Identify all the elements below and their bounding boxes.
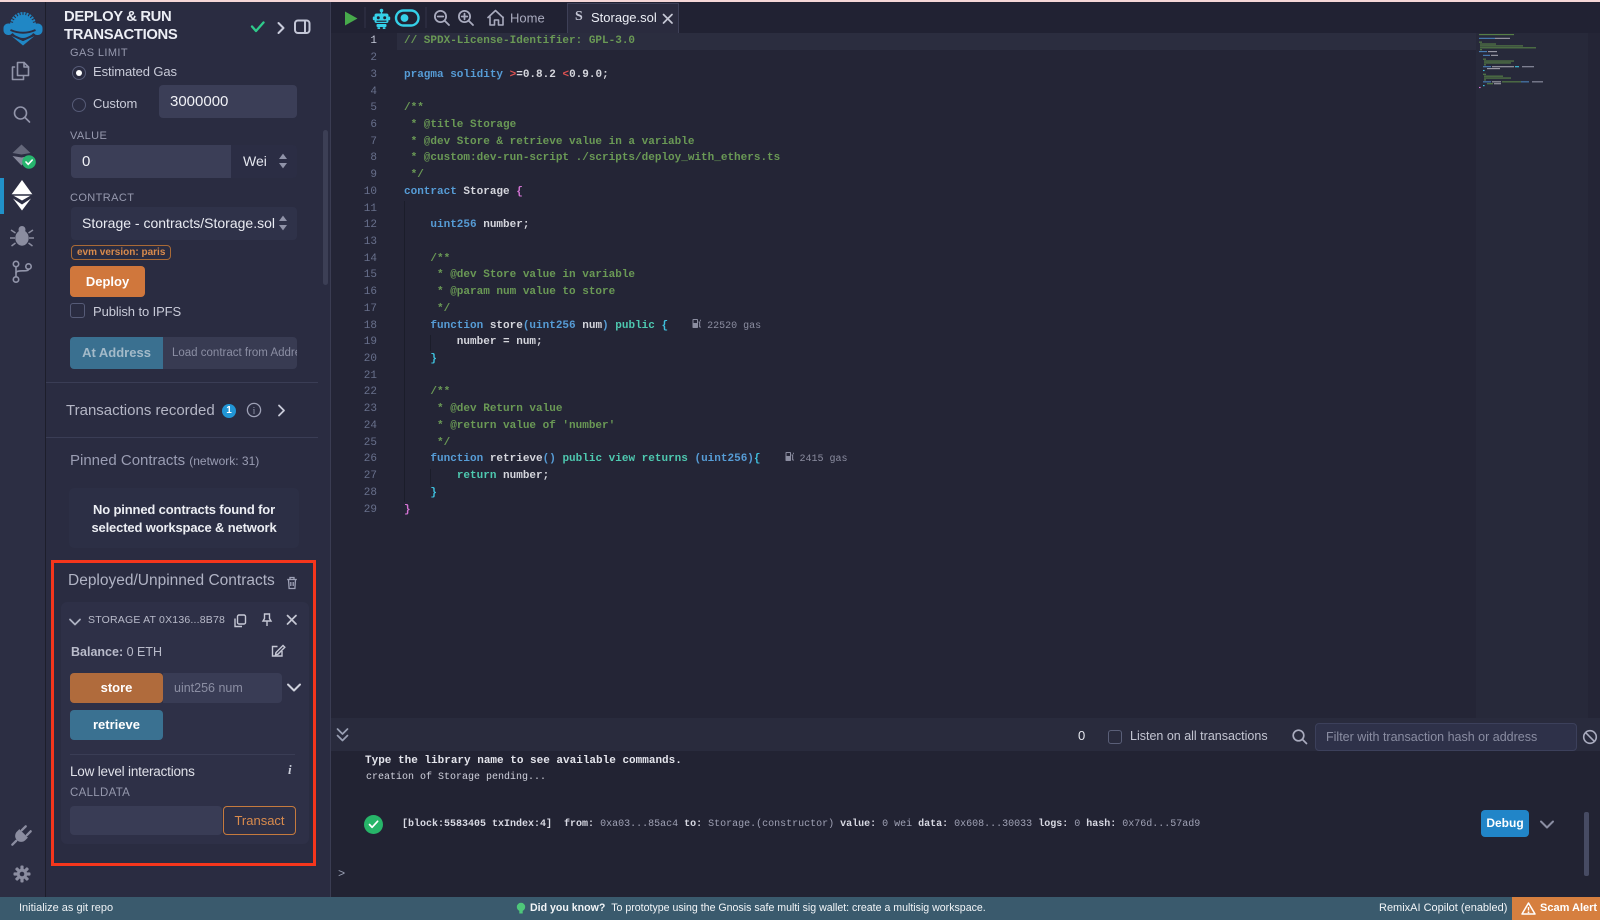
svg-text:Home: Home <box>510 11 545 26</box>
svg-text:i: i <box>253 405 256 415</box>
